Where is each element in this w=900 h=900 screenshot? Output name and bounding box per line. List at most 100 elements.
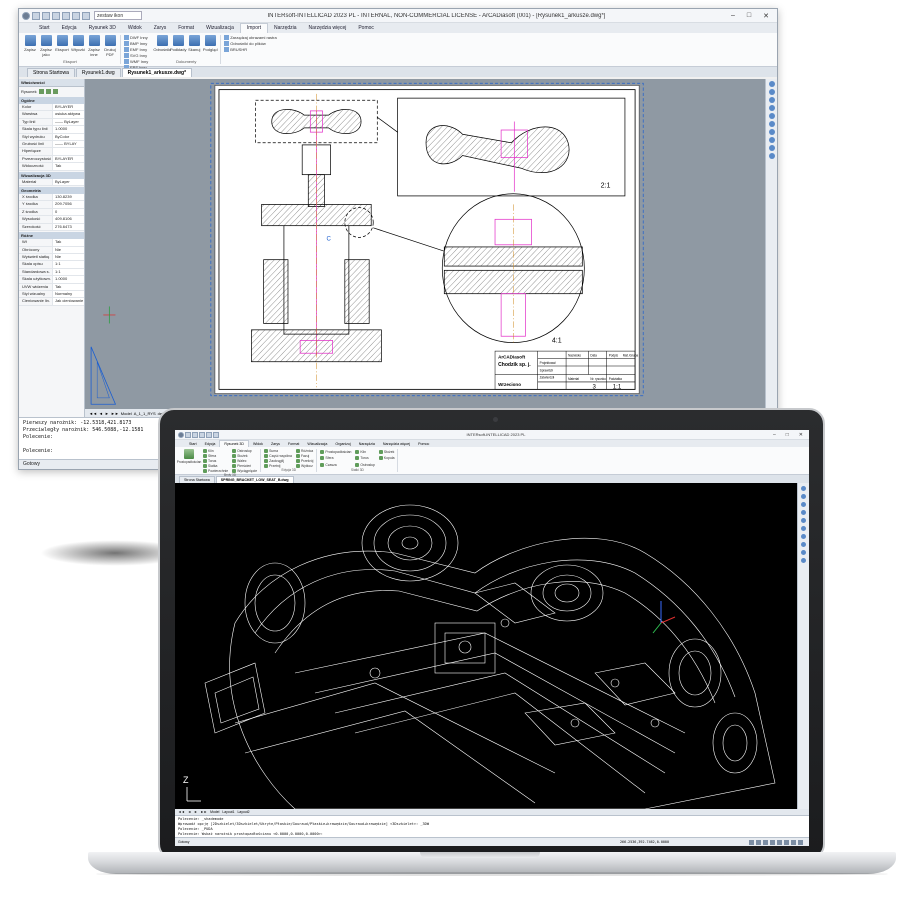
property-value[interactable]: ByColor [53,133,84,141]
tab-narz-dzia-wi-cej[interactable]: Narzędzia więcej [379,441,414,447]
property-value[interactable]: BYLAYER [53,155,84,163]
tab-start[interactable]: Start [185,441,201,447]
view-iso-icon[interactable] [801,550,806,555]
suma-button[interactable]: Suma [264,449,292,453]
zoom-previous-icon[interactable] [768,121,775,127]
box-button[interactable]: Prostopadłościan [177,449,201,472]
property-row[interactable]: Skala typu linii 1.0000 [19,126,84,134]
property-row[interactable]: Grubość linii —— BYLAY [19,141,84,149]
close-button[interactable]: ✕ [763,12,769,20]
property-value[interactable]: 0 [53,208,84,216]
orbit-icon[interactable] [801,526,806,531]
ortho-toggle-icon[interactable] [763,839,768,845]
odno-niki-button[interactable]: Odnośniki [153,35,171,59]
app-logo-icon[interactable] [22,11,30,20]
zapisz-button[interactable]: Zapisz [23,35,37,59]
zapisz-inne-button[interactable]: Zapisz inne [87,35,101,59]
tab-pomoc[interactable]: Pomoc [414,441,433,447]
doc-tab[interactable]: Strona Startowa [179,476,215,483]
kopu-a-button[interactable]: Kopuła [378,456,394,462]
property-row[interactable]: Z środka 0 [19,208,84,217]
property-row[interactable]: Y środka 209.7056 [19,201,84,209]
undo-icon[interactable] [62,11,70,20]
osnap-toggle-icon[interactable] [777,839,782,845]
snap-toggle-icon[interactable] [749,839,754,845]
property-row[interactable]: Warstwa osiuka aktywa [19,111,84,119]
model-canvas[interactable]: Z [175,483,797,809]
property-value[interactable]: 1.0000 [53,276,84,283]
cz-wsp-lna-button[interactable]: Część wspólna [264,454,292,458]
skanuj-button[interactable]: Skanuj [187,35,201,59]
property-row[interactable]: Wł Tak [19,239,84,247]
tab-format[interactable]: Format [284,441,303,447]
section-wizualizacja-3d[interactable]: Wizualizacja 3D [19,171,84,179]
filter-icon[interactable] [52,89,58,94]
zoom-out-icon[interactable] [801,502,806,507]
sto-ek-button[interactable]: Stożek [232,454,257,458]
app-logo-icon[interactable] [178,431,184,438]
doc-tab[interactable]: Rysunek1_arkusze.dwg* [121,68,193,77]
property-row[interactable]: Kolor BYLAYER [19,104,84,112]
property-value[interactable]: 1.0000 [53,126,84,133]
view-front-icon[interactable] [768,145,775,151]
property-value[interactable]: 1:1 [53,261,84,268]
tab-narz-dzia-wi-cej[interactable]: Narzędzia więcej [303,24,353,33]
minimize-button[interactable]: – [773,432,776,438]
property-row[interactable]: Wyświetl siatkę Nie [19,253,84,262]
zoom-window-icon[interactable] [768,105,775,111]
property-row[interactable]: Widoczność Tak [19,163,84,171]
section-r-ne[interactable]: Różne [19,232,84,240]
property-value[interactable]: Jak cieniowanie [53,298,84,305]
property-row[interactable]: Materiał ByLayer [19,178,84,187]
zoom-out-icon[interactable] [768,97,775,103]
grid-toggle-icon[interactable] [756,839,761,845]
ostros-up-button[interactable]: Ostrosłup [232,449,257,453]
layout-nav-icon[interactable]: ◄◄ [89,411,97,416]
doc-tab[interactable]: Strona Startowa [27,68,75,77]
zoom-extents-icon[interactable] [768,113,775,119]
svg-inny-button[interactable]: SVG Inny [124,53,148,58]
property-row[interactable]: Cieniowanie lin. Jak cieniowanie [19,298,84,306]
tab-widok[interactable]: Widok [122,24,148,33]
layout-nav-icon[interactable]: ◄ [99,411,103,416]
tab-widok[interactable]: Widok [249,441,267,447]
pier-cie-button[interactable]: Pierścień [232,464,257,468]
odno-niki-do-plik-w-button[interactable]: Odnośniki do plików [224,41,276,46]
sfera-button[interactable]: Sfera [203,454,228,458]
otrack-toggle-icon[interactable] [784,839,789,845]
maximize-button[interactable]: □ [786,432,789,438]
property-row[interactable]: Typ linii —— ByLayer [19,118,84,127]
lineweight-toggle-icon[interactable] [791,839,796,845]
select-objects-icon[interactable] [45,89,51,94]
property-row[interactable]: Wysokość 409.8106 [19,216,84,224]
fazuj-button[interactable]: Fazuj [295,454,313,458]
zaokr-glij-button[interactable]: Zaokrąglij [264,459,292,463]
open-file-icon[interactable] [42,11,50,20]
zarz-dzaj-obrazami-rastra-button[interactable]: Zarządzaj obrazami rastra [224,35,277,40]
undo-icon[interactable] [206,431,212,438]
r-nica-button[interactable]: Różnica [295,449,313,453]
property-row[interactable]: Hiperłącze [19,148,84,156]
tab-rysunek-3d[interactable]: Rysunek 3D [219,440,249,447]
tab-narz-dzia[interactable]: Narzędzia [268,24,303,33]
view-top-icon[interactable] [801,534,806,539]
property-value[interactable]: 1:1 [53,268,84,276]
minimize-button[interactable]: – [731,12,735,20]
layout-tab[interactable]: Model [121,411,132,416]
tab-start[interactable]: Start [33,24,56,33]
property-value[interactable]: Tak [53,239,84,246]
property-value[interactable]: Nie [53,246,84,253]
przekr-j-button[interactable]: Przekrój [295,459,313,463]
bmp-inny-button[interactable]: BMP Inny [124,41,148,46]
property-row[interactable]: X środka 130.8239 [19,194,84,202]
pan-icon[interactable] [768,81,775,87]
layout-tab[interactable]: Layout1 [222,810,234,814]
layout-nav-icon[interactable]: ►► [200,810,207,814]
layout-nav-icon[interactable]: ► [105,411,109,416]
layout-tab[interactable]: Model [210,810,219,814]
layout-tab[interactable]: Layout2 [237,810,249,814]
brushr-button[interactable]: BRUSHR [224,47,276,52]
emf-inny-button[interactable]: EMF Inny [124,47,148,52]
zoom-in-icon[interactable] [768,89,775,95]
tab-zarys[interactable]: Zarys [267,441,284,447]
